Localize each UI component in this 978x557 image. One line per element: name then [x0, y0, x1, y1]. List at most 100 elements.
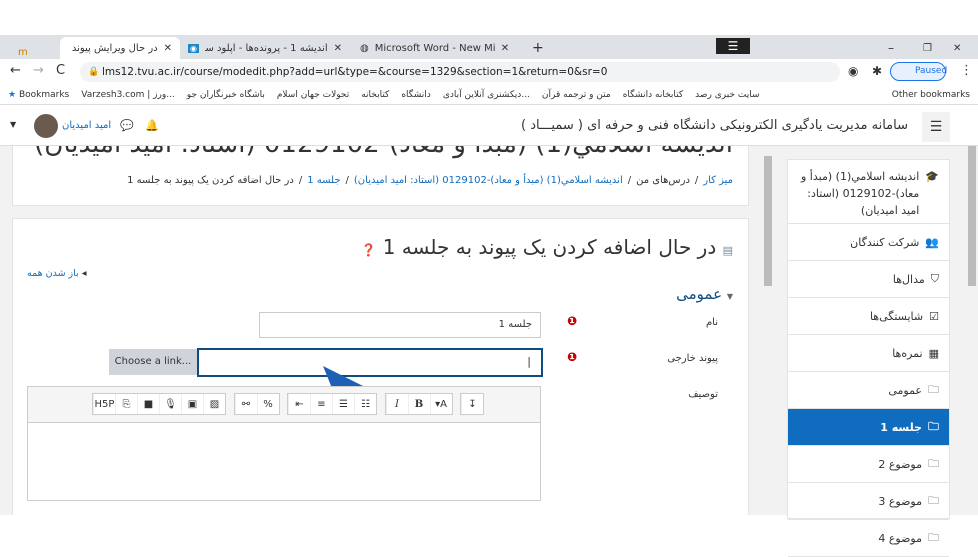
drawer-item-course[interactable]: 🎓 اندیشه اسلامي(1) (مبدأ و معاد)-0129102 … — [788, 160, 949, 224]
close-window-button[interactable]: ✕ — [945, 37, 969, 59]
tab-upload[interactable]: ◉ اندیشه 1 - پرونده‌ها - آپلود سنتر دا ✕ — [180, 37, 350, 59]
image-icon[interactable]: ▨ — [203, 394, 225, 414]
toolbar-toggle-icon[interactable]: ↧ — [461, 394, 483, 414]
page-scrollbar[interactable] — [966, 146, 978, 515]
ordered-list-icon[interactable]: ☰ — [332, 394, 354, 414]
drawer-item-session-1[interactable]: 🗀 جلسه 1 — [788, 409, 949, 446]
folder-icon: 🗀 — [928, 493, 939, 507]
lock-icon: 🔒 — [88, 67, 100, 77]
choose-link-button[interactable]: Choose a link... — [109, 349, 197, 375]
bookmark-item[interactable]: متن و ترجمه قرآن — [542, 90, 611, 100]
new-tab-button[interactable]: + — [524, 37, 552, 59]
italic-icon[interactable]: I — [385, 394, 408, 414]
h5p-icon[interactable]: H5P — [93, 394, 115, 414]
manage-files-icon[interactable]: ⎘ — [115, 394, 137, 414]
bookmark-item[interactable]: کتابخانه دانشگاه — [623, 90, 683, 100]
close-icon[interactable]: ✕ — [334, 43, 342, 54]
indent-icon[interactable]: ≡ — [310, 394, 332, 414]
breadcrumb-link[interactable]: درس‌های من — [636, 175, 690, 186]
caret-left-icon: ◂ — [81, 268, 87, 279]
bold-icon[interactable]: B — [407, 394, 430, 414]
drawer-item-badges[interactable]: ⛉ مدال‌ها — [788, 261, 949, 298]
bookmark-item[interactable]: Other bookmarks — [892, 90, 970, 100]
minimize-button[interactable]: – — [880, 37, 902, 59]
close-icon[interactable]: ✕ — [164, 43, 172, 54]
bookmark-item[interactable]: ★ Bookmarks — [8, 90, 69, 100]
checkbox-icon: ☑ — [929, 309, 939, 323]
drawer-item-participants[interactable]: 👥 شرکت کنندگان — [788, 224, 949, 261]
font-style-icon[interactable]: ▾A — [429, 394, 452, 414]
course-title: اندیشه اسلامي(1) (مبدأ و معاد)-0129102 (… — [34, 146, 733, 159]
user-menu-caret-icon[interactable]: ▼ — [10, 120, 16, 129]
url-text: lms12.tvu.ac.ir/course/modedit.php?add=u… — [102, 66, 608, 78]
breadcrumb-link[interactable]: اندیشه اسلامي(1) (مبدأ و معاد)-0129102 (… — [354, 175, 623, 186]
description-label: توصیف — [688, 389, 718, 400]
url-bar[interactable]: 🔒 lms12.tvu.ac.ir/course/modedit.php?add=… — [80, 62, 840, 82]
file-icon: ▤ — [722, 244, 733, 257]
overlay-menu-icon[interactable]: ☰ — [716, 38, 750, 54]
drawer-item-topic-3[interactable]: 🗀 موضوع 3 — [788, 483, 949, 520]
tab-word[interactable]: ◍ Microsoft Word - New Microsoft ✕ — [352, 37, 520, 59]
nav-drawer: 🎓 اندیشه اسلامي(1) (مبدأ و معاد)-0129102 … — [787, 159, 950, 557]
help-icon[interactable]: ❓ — [361, 243, 376, 257]
tab-editing-link[interactable]: در حال ویرایش پیوند ✕ — [60, 37, 180, 59]
link-icon[interactable]: % — [256, 394, 279, 414]
bell-icon[interactable]: 🔔 — [145, 119, 159, 132]
drawer-item-competencies[interactable]: ☑ شایستگی‌ها — [788, 298, 949, 335]
back-icon[interactable]: ← — [10, 63, 21, 78]
outdent-icon[interactable]: ⇤ — [288, 394, 310, 414]
breadcrumb: میز کار / درس‌های من / اندیشه اسلامي(1) (مبد… — [127, 175, 733, 186]
bullet-list-icon[interactable]: ☷ — [354, 394, 376, 414]
profile-button[interactable]: Paused — [890, 62, 947, 81]
user-name[interactable]: امید امیدیان — [62, 120, 111, 131]
drawer-item-topic-4[interactable]: 🗀 موضوع 4 — [788, 520, 949, 557]
editor-content[interactable] — [28, 423, 540, 500]
drawer-toggle-button[interactable]: ☰ — [922, 112, 950, 142]
breadcrumb-link[interactable]: جلسه 1 — [307, 175, 340, 186]
form-card: ▤ در حال اضافه کردن یک پیوند به جلسه 1 ❓… — [12, 218, 749, 515]
bookmark-item[interactable]: دانشگاه — [401, 90, 430, 100]
description-editor: H5P ⎘ ■ 🎙 ▣ ▨ ⚯% ⇤ ≡ ☰ ☷ I B ▾A ↧ — [27, 386, 541, 501]
content-scrollbar[interactable] — [762, 146, 774, 515]
bookmark-item[interactable]: سایت خبری رصد — [695, 90, 759, 100]
bookmark-item[interactable]: باشگاه خبرنگاران جو — [187, 90, 265, 100]
bookmark-item[interactable]: دیکشنری آنلاین آبادی... — [443, 90, 530, 100]
breadcrumb-link[interactable]: میز کار — [703, 175, 733, 186]
section-general-toggle[interactable]: ▼ عمومی — [676, 285, 733, 303]
menu-dots-icon[interactable]: ⋮ — [960, 63, 973, 78]
tab-strip: m در حال ویرایش پیوند ✕ ◉ اندیشه 1 - پروند… — [0, 35, 978, 59]
expand-all-link[interactable]: ◂ باز شدن همه — [27, 268, 87, 279]
required-icon: ❶ — [567, 314, 578, 328]
puzzle-icon[interactable]: ✱ — [872, 64, 882, 78]
bookmark-item[interactable]: کتابخانه — [361, 90, 389, 100]
restore-button[interactable]: ❐ — [915, 37, 940, 59]
folder-icon: 🗀 — [928, 456, 939, 470]
shield-icon: ⛉ — [930, 272, 939, 285]
avatar[interactable] — [34, 114, 58, 138]
reload-icon[interactable]: C — [56, 63, 65, 78]
name-input[interactable]: جلسه 1 — [259, 312, 541, 338]
tab-title: Microsoft Word - New Microsoft — [374, 42, 495, 54]
extension-icon[interactable]: ◉ — [848, 64, 858, 78]
folder-icon: 🗀 — [928, 530, 939, 544]
bookmark-item[interactable]: Varzesh3.com | ورز... — [81, 90, 175, 100]
upload-favicon-icon: ◉ — [188, 43, 199, 53]
caret-down-icon: ▼ — [726, 292, 733, 301]
site-title[interactable]: سامانه مدیریت یادگیری الکترونیکی دانشگاه… — [521, 118, 908, 133]
message-icon[interactable]: 💬 — [120, 119, 134, 132]
bookmark-item[interactable]: تحولات جهان اسلام — [277, 90, 349, 100]
microphone-icon[interactable]: 🎙 — [159, 394, 181, 414]
drawer-item-topic-2[interactable]: 🗀 موضوع 2 — [788, 446, 949, 483]
users-icon: 👥 — [925, 235, 939, 249]
close-icon[interactable]: ✕ — [501, 43, 509, 54]
forward-icon[interactable]: → — [33, 63, 44, 78]
video-icon[interactable]: ■ — [137, 394, 159, 414]
page-header-card: اندیشه اسلامي(1) (مبدأ و معاد)-0129102 (… — [12, 146, 749, 206]
table-icon: ▦ — [928, 346, 939, 360]
breadcrumb-current: در حال اضافه کردن یک پیوند به جلسه 1 — [127, 175, 294, 186]
unlink-icon[interactable]: ⚯ — [234, 394, 257, 414]
drawer-item-grades[interactable]: ▦ نمره‌ها — [788, 335, 949, 372]
media-icon[interactable]: ▣ — [181, 394, 203, 414]
drawer-item-general[interactable]: 🗀 عمومی — [788, 372, 949, 409]
bookmarks-bar: ★ Bookmarks Varzesh3.com | ورز... باشگاه… — [0, 85, 978, 105]
